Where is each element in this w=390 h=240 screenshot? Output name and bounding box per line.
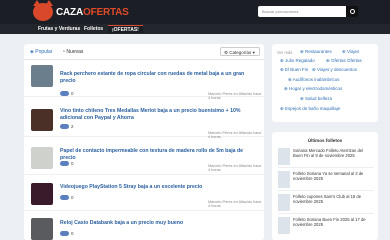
flyer-thumbnail (278, 217, 290, 234)
flyer-item[interactable]: Soriana Mercado Folleto Aterrizan del Bu… (278, 146, 374, 168)
category-chip[interactable]: Ofertas Ofertas (324, 57, 364, 64)
deal-meta: Marcelo Pérez en Alfacido hace 4 horas (208, 200, 262, 208)
nav-item-ofertas[interactable]: ¡OFERTAS! (108, 25, 143, 33)
vote-count[interactable]: 0 (60, 231, 74, 237)
flyer-text[interactable]: Folleto cupones Sam's Club al 19 de novi… (293, 194, 373, 204)
deal-item[interactable]: Vino tinto chileno Tres Medallas Merlot … (24, 97, 264, 139)
category-chip[interactable]: Viajes (340, 48, 361, 55)
see-more-label: Ver más (277, 50, 293, 55)
search-input[interactable]: Buscar promociones (258, 6, 354, 17)
deal-title[interactable]: Vino tinto chileno Tres Medallas Merlot … (60, 108, 260, 122)
deals-list: ◈ Popular ◔ Nuevas ⚙ Categorías ▾ Rack p… (24, 44, 264, 240)
top-bar: CAZAOFERTAS Buscar promociones (0, 0, 390, 24)
deal-thumbnail (31, 183, 53, 205)
category-chip[interactable]: Espejos de baño maquillaje (278, 105, 342, 112)
category-chip[interactable]: Restaurantes (298, 48, 334, 55)
nav-item-frutas[interactable]: Frutas y Verduras (34, 25, 84, 33)
latest-flyers-panel: Últimos folletos Soriana Mercado Folleto… (272, 132, 378, 240)
flyer-thumbnail (278, 148, 290, 165)
flyer-text[interactable]: Folleto Soriana Buen Fin 2025 al 17 de n… (293, 217, 373, 227)
deal-thumbnail (31, 147, 53, 169)
vote-count[interactable]: 0 (60, 195, 74, 201)
flyer-thumbnail (278, 171, 290, 188)
deals-tabs: ◈ Popular ◔ Nuevas ⚙ Categorías ▾ (24, 44, 264, 60)
nav-item-folletos[interactable]: Folletos (80, 25, 107, 33)
deal-item[interactable]: Rack perchero estante de ropa circular c… (24, 61, 264, 100)
latest-flyers-title: Últimos folletos (307, 138, 343, 143)
fox-logo-icon (33, 0, 53, 21)
categories-button[interactable]: ⚙ Categorías ▾ (220, 47, 260, 56)
vote-count[interactable]: 0 (60, 91, 74, 97)
deal-meta: Marcelo Pérez en Alfacido hace 4 horas (208, 164, 262, 172)
vote-count[interactable]: 0 (60, 161, 74, 167)
category-chip[interactable]: El Buen Fin (278, 66, 310, 73)
category-chip[interactable]: Julio Regalado (278, 57, 317, 64)
deal-thumbnail (31, 65, 53, 87)
category-chip[interactable]: Hogar y electrodomésticos (282, 85, 344, 92)
logo-text: CAZAOFERTAS (56, 6, 129, 18)
deal-item[interactable]: Papel de contacto impermeable con textur… (24, 137, 264, 175)
deal-item[interactable]: Videojuego PlayStation 5 Stray baja a un… (24, 175, 264, 211)
flyer-thumbnail (278, 194, 290, 211)
site-logo[interactable]: CAZAOFERTAS (33, 0, 129, 21)
deal-title[interactable]: Reloj Casio Databank baja a un precio mu… (60, 220, 260, 227)
deal-title[interactable]: Videojuego PlayStation 5 Stray baja a un… (60, 184, 260, 191)
category-chip[interactable]: Audífonos inalámbricos (286, 76, 342, 83)
category-chip[interactable]: Salud belleza (298, 95, 334, 102)
deal-title[interactable]: Rack perchero estante de ropa circular c… (60, 71, 260, 85)
flyer-text[interactable]: Soriana Mercado Folleto Aterrizan del Bu… (293, 148, 373, 158)
deal-item[interactable]: Reloj Casio Databank baja a un precio mu… (24, 211, 264, 240)
search-button[interactable] (346, 6, 358, 17)
tab-new[interactable]: ◔ Nuevas (62, 49, 83, 55)
deal-thumbnail (31, 218, 53, 240)
vote-count[interactable]: 2 (60, 124, 74, 130)
category-chip[interactable]: Viajes y descuentos (310, 66, 359, 73)
deal-title[interactable]: Papel de contacto impermeable con textur… (60, 148, 260, 162)
flyer-item[interactable]: Folleto cupones Sam's Club al 19 de novi… (278, 192, 374, 214)
flyer-text[interactable]: Folleto Soriana Ya se semanal al 3 de no… (293, 171, 373, 181)
categories-panel: Ver más Restaurantes Viajes Julio Regala… (272, 44, 378, 122)
tab-popular[interactable]: ◈ Popular (30, 49, 52, 55)
nav-bar: Frutas y Verduras Folletos ¡OFERTAS! (0, 24, 390, 34)
flyer-item[interactable]: Folleto Soriana Buen Fin 2025 al 17 de n… (278, 215, 374, 237)
flyer-item[interactable]: Folleto Soriana Ya se semanal al 3 de no… (278, 169, 374, 191)
deal-thumbnail (31, 109, 53, 131)
